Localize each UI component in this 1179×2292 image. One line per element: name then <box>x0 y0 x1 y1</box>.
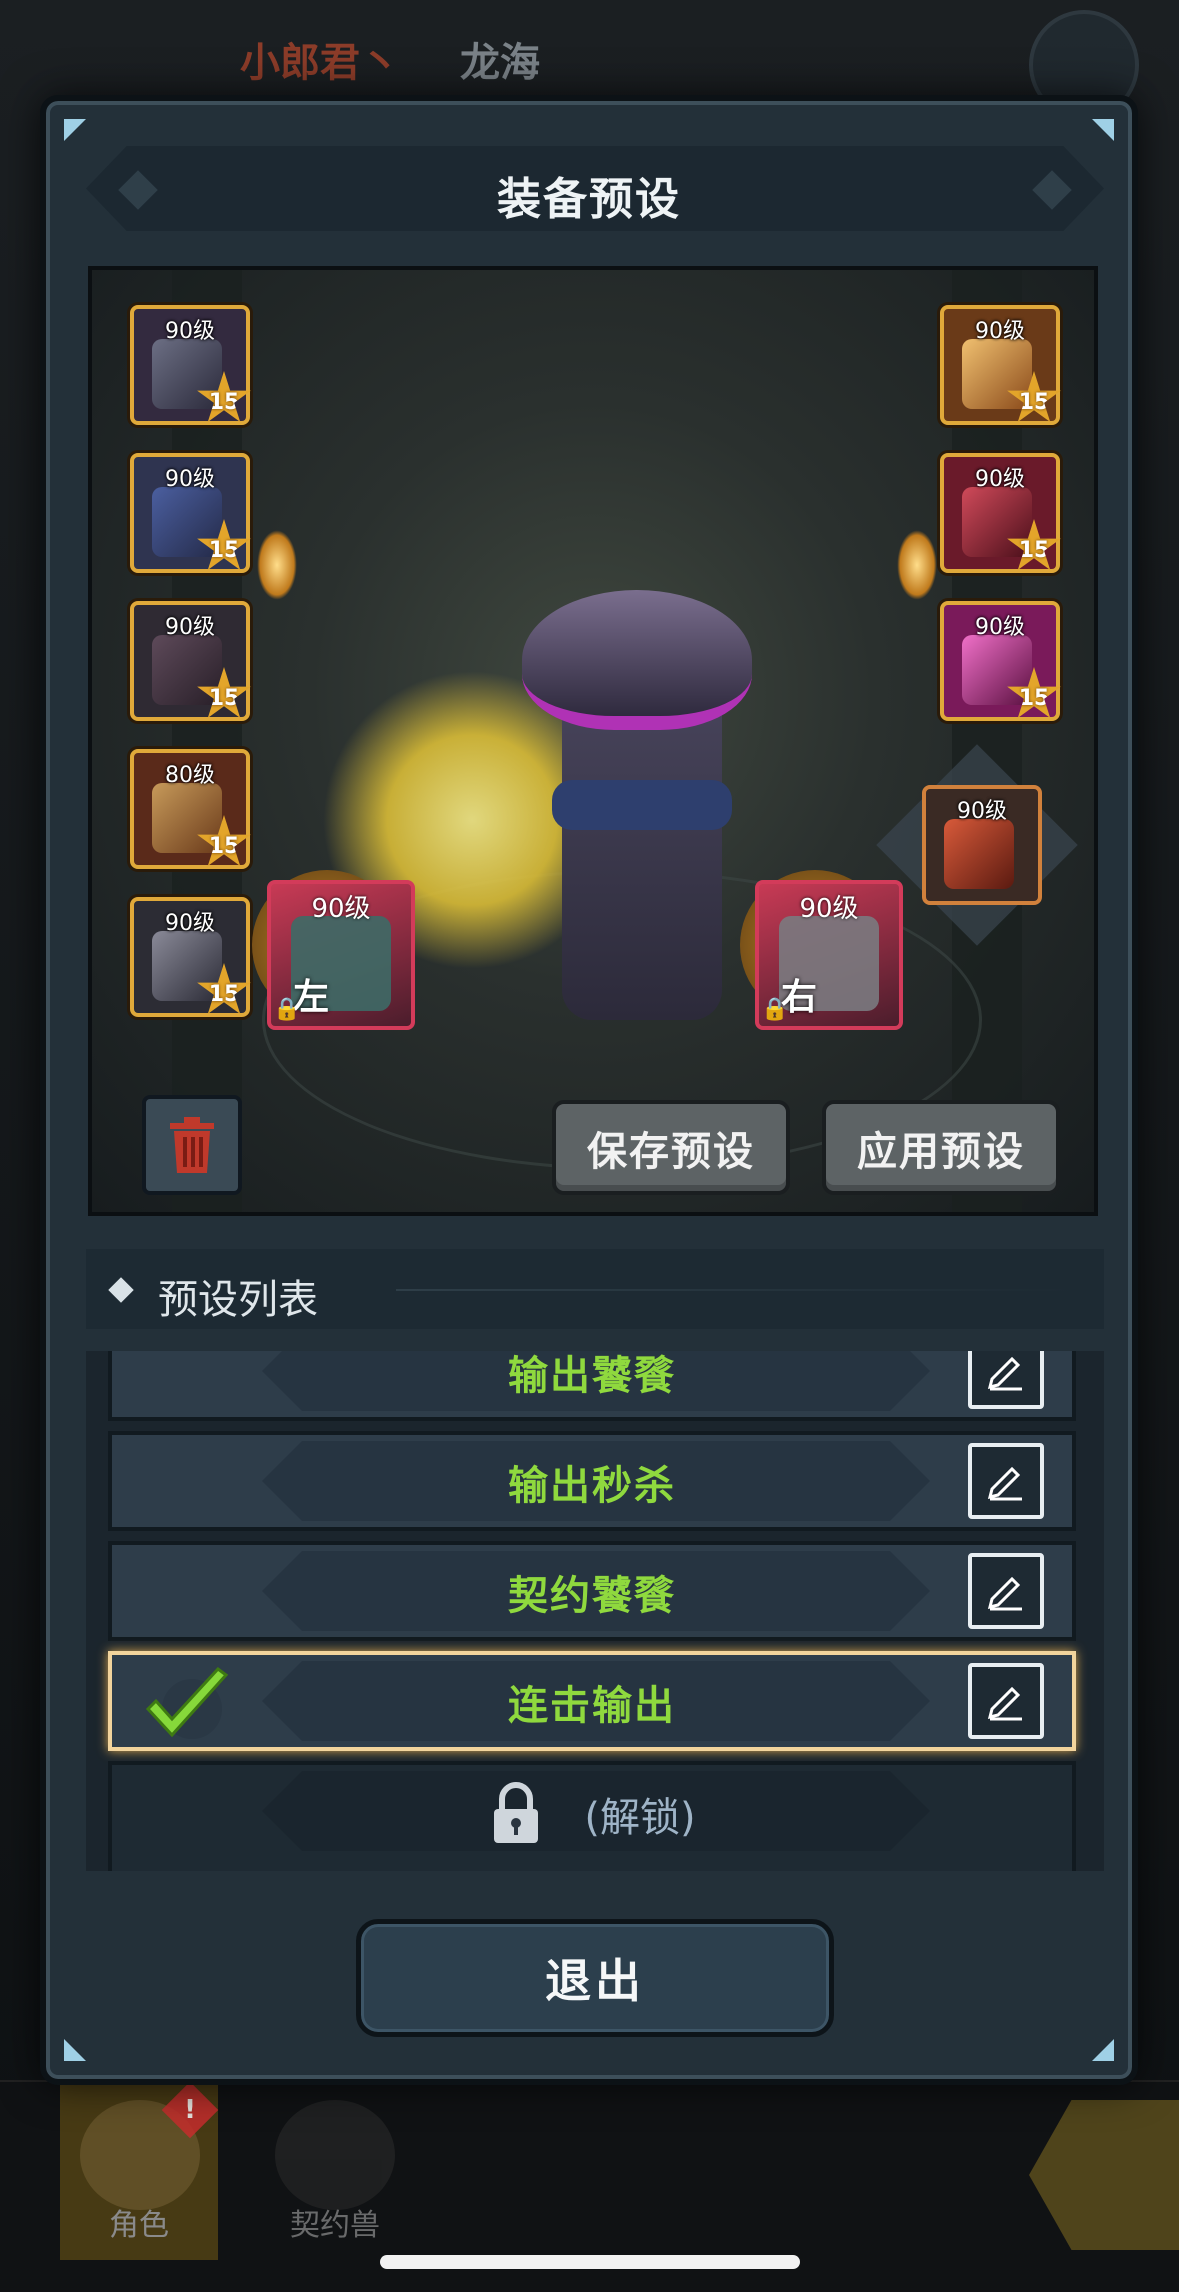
corner-ornament <box>1092 2039 1114 2061</box>
weapon-slot-left[interactable]: 90级 左 🔒 <box>252 870 415 1030</box>
corner-ornament <box>64 119 86 141</box>
server-name: 龙海 <box>460 40 540 86</box>
delete-preset-button[interactable] <box>142 1095 242 1195</box>
equip-slot-right-1[interactable]: 90级 15 <box>940 305 1061 425</box>
save-preset-button[interactable]: 保存预设 <box>552 1100 790 1195</box>
hero-scarf <box>552 780 732 830</box>
player-name: 小郎君丶 <box>240 40 400 86</box>
alert-badge: ! <box>161 2081 219 2139</box>
preset-row[interactable]: 输出秒杀 <box>108 1431 1076 1531</box>
divider <box>396 1289 1076 1291</box>
equip-slot-right-2[interactable]: 90级 15 <box>940 453 1061 573</box>
pencil-icon <box>987 1466 1022 1501</box>
preset-list[interactable]: 输出饕餮 输出秒杀 契约饕餮 连击输出 (解锁) <box>86 1351 1104 1871</box>
lock-icon <box>494 1782 539 1843</box>
equip-slot-special[interactable]: 90级 <box>922 785 1042 905</box>
emblem-icon <box>944 819 1014 889</box>
paw-icon <box>275 2100 395 2210</box>
equip-slot-right-3[interactable]: 90级 15 <box>940 601 1061 721</box>
hero-helmet <box>522 590 752 730</box>
tab-label: 角色 <box>109 2208 169 2243</box>
equip-slot-left-1[interactable]: 90级 15 <box>130 305 251 425</box>
exit-button[interactable]: 退出 <box>356 1919 834 2037</box>
diamond-icon <box>108 1277 134 1303</box>
pencil-icon <box>987 1576 1022 1611</box>
lock-icon: 🔒 <box>761 997 789 1022</box>
weapon-slot-right[interactable]: 90级 右 🔒 <box>740 870 903 1030</box>
tab-contract-beast[interactable]: 契约兽 <box>255 2090 415 2260</box>
tab-label: 契约兽 <box>290 2208 380 2243</box>
edit-preset-button[interactable] <box>968 1553 1044 1629</box>
trash-icon <box>170 1117 214 1173</box>
locked-preset-row[interactable]: (解锁) <box>108 1761 1076 1871</box>
preset-name: 契约饕餮 <box>508 1573 676 1619</box>
corner-ornament <box>64 2039 86 2061</box>
preset-list-header: 预设列表 <box>86 1249 1104 1329</box>
preset-name: 输出饕餮 <box>508 1353 676 1399</box>
unlock-label: (解锁) <box>584 1795 696 1841</box>
character-preview: 90级 15 90级 15 90级 15 80级 15 90级 15 90级 1… <box>88 266 1098 1216</box>
weapon-card: 90级 右 🔒 <box>755 880 903 1030</box>
edit-preset-button[interactable] <box>968 1663 1044 1739</box>
pencil-icon <box>987 1356 1022 1391</box>
home-indicator[interactable] <box>380 2255 800 2269</box>
equip-slot-left-3[interactable]: 90级 15 <box>130 601 251 721</box>
weapon-card: 90级 左 🔒 <box>267 880 415 1030</box>
equip-slot-left-4[interactable]: 80级 15 <box>130 749 251 869</box>
edit-preset-button[interactable] <box>968 1443 1044 1519</box>
preset-row-selected[interactable]: 连击输出 <box>108 1651 1076 1751</box>
lock-icon: 🔒 <box>273 997 301 1022</box>
preset-list-title: 预设列表 <box>158 1277 318 1323</box>
player-header: 小郎君丶 龙海 <box>240 30 540 88</box>
dialog-title: 装备预设 <box>497 174 681 225</box>
preset-row[interactable]: 契约饕餮 <box>108 1541 1076 1641</box>
equipment-preset-dialog: 装备预设 90级 15 90级 15 90级 15 80级 15 90级 15 … <box>40 95 1138 2085</box>
apply-preset-button[interactable]: 应用预设 <box>822 1100 1060 1195</box>
preset-name: 连击输出 <box>508 1683 676 1729</box>
preset-row[interactable]: 输出饕餮 <box>108 1351 1076 1421</box>
torch-icon <box>897 530 937 600</box>
equip-slot-left-2[interactable]: 90级 15 <box>130 453 251 573</box>
preset-name: 输出秒杀 <box>508 1463 676 1509</box>
edit-preset-button[interactable] <box>968 1351 1044 1409</box>
torch-icon <box>257 530 297 600</box>
equip-slot-left-5[interactable]: 90级 15 <box>130 897 251 1017</box>
corner-ornament <box>1092 119 1114 141</box>
pencil-icon <box>987 1686 1022 1721</box>
